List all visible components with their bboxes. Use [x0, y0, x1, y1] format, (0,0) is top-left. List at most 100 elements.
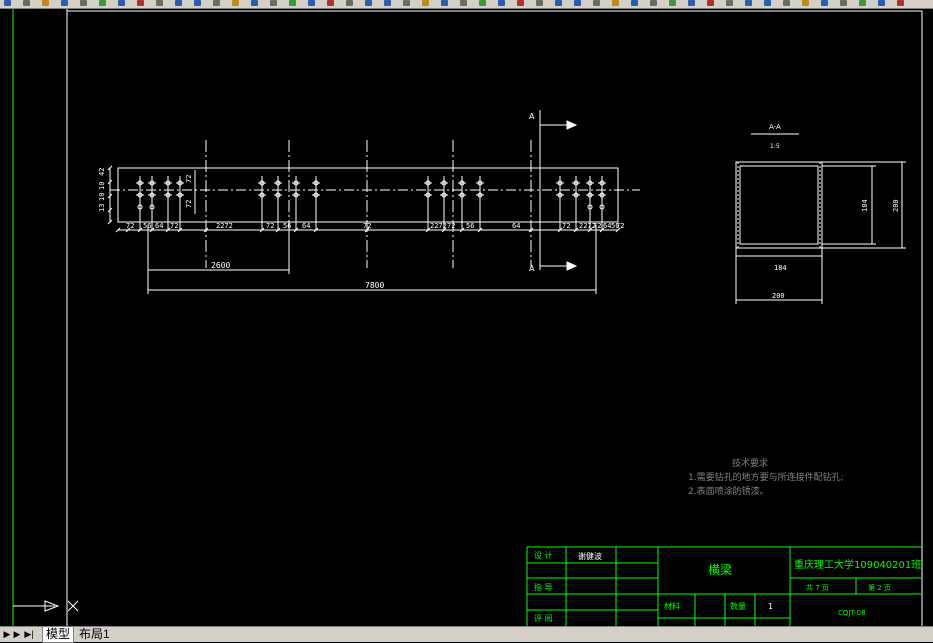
- sheet-number: 第 2 页: [868, 583, 891, 592]
- toolbar-button-icon[interactable]: [403, 0, 410, 6]
- toolbar-button-icon[interactable]: [23, 0, 30, 6]
- dim-text: 56: [283, 222, 291, 230]
- section-view: [735, 161, 906, 304]
- toolbar-button-icon[interactable]: [555, 0, 562, 6]
- section-scale: 1:5: [770, 143, 780, 150]
- dim-text: 13: [98, 204, 106, 212]
- sheets-total: 共 7 页: [806, 583, 829, 592]
- ucs-icon: [13, 600, 79, 612]
- dim-text: 2272: [216, 222, 233, 230]
- toolbar-button-icon[interactable]: [156, 0, 163, 6]
- toolbar-button-icon[interactable]: [498, 0, 505, 6]
- dim-text: 10: [98, 182, 106, 190]
- total-length-dim: 7800: [365, 281, 384, 290]
- toolbar-button-icon[interactable]: [194, 0, 201, 6]
- section-label-top: A: [529, 112, 535, 121]
- tab-layout1[interactable]: 布局1: [76, 627, 113, 642]
- toolbar-button-icon[interactable]: [308, 0, 315, 6]
- tech-notes: 技术要求 1.需要钻孔的地方要与所连接件配钻孔; 2.表面喷涂防锈漆。: [688, 457, 844, 497]
- toolbar-button-icon[interactable]: [365, 0, 372, 6]
- toolbar-button-icon[interactable]: [346, 0, 353, 6]
- dim-text: 72: [562, 222, 570, 230]
- toolbar-button-icon[interactable]: [840, 0, 847, 6]
- drawing-number: CQJT-08: [838, 609, 866, 617]
- dim-text: 56: [143, 222, 151, 230]
- toolbar-button-icon[interactable]: [441, 0, 448, 6]
- dim-text: 72: [170, 222, 178, 230]
- toolbar-button-icon[interactable]: [574, 0, 581, 6]
- dim-text: 72: [363, 222, 371, 230]
- toolbar-button-icon[interactable]: [137, 0, 144, 6]
- toolbar-button-icon[interactable]: [593, 0, 600, 6]
- toolbar-button-icon[interactable]: [764, 0, 771, 6]
- toolbar-button-icon[interactable]: [517, 0, 524, 6]
- toolbar-button-icon[interactable]: [384, 0, 391, 6]
- dim-text: 72: [593, 222, 601, 230]
- tech-notes-line2: 2.表面喷涂防锈漆。: [688, 485, 769, 497]
- dim-text: 56: [466, 222, 474, 230]
- centerlines: [205, 140, 532, 268]
- toolbar-button-icon[interactable]: [251, 0, 258, 6]
- dim-text: 72: [185, 200, 193, 208]
- section-label-bottom: A: [529, 264, 535, 273]
- school-name: 重庆理工大学109040201班: [794, 558, 921, 571]
- toolbar-button-icon[interactable]: [327, 0, 334, 6]
- toolbar-button-icon[interactable]: [783, 0, 790, 6]
- bottom-dim-texts: 72 56 64 72 2272 72 56 64 72 2272 72 56 64 72 227272 64…: [126, 222, 624, 230]
- check-label: 指 导: [534, 582, 553, 592]
- dim-text: 64: [155, 222, 163, 230]
- toolbar: [0, 0, 933, 9]
- designer-name: 谢健波: [578, 551, 602, 561]
- toolbar-button-icon[interactable]: [669, 0, 676, 6]
- section-outer-height: 200: [892, 199, 900, 212]
- last-tab-icon[interactable]: ▶|: [24, 628, 34, 640]
- toolbar-button-icon[interactable]: [213, 0, 220, 6]
- tech-notes-line1: 1.需要钻孔的地方要与所连接件配钻孔;: [688, 471, 844, 483]
- dim-text: 72: [616, 222, 624, 230]
- dim-text: 42: [98, 168, 106, 176]
- toolbar-button-icon[interactable]: [118, 0, 125, 6]
- prev-tab-icon[interactable]: ▶: [12, 628, 22, 640]
- toolbar-button-icon[interactable]: [707, 0, 714, 6]
- toolbar-button-icon[interactable]: [270, 0, 277, 6]
- half-length-dim: 2600: [211, 261, 230, 270]
- toolbar-button-icon[interactable]: [80, 0, 87, 6]
- section-inner-height: 184: [861, 199, 869, 212]
- toolbar-button-icon[interactable]: [631, 0, 638, 6]
- design-label: 设 计: [534, 550, 553, 560]
- first-tab-icon[interactable]: ▶: [2, 628, 12, 640]
- toolbar-button-icon[interactable]: [859, 0, 866, 6]
- toolbar-button-icon[interactable]: [688, 0, 695, 6]
- toolbar-button-icon[interactable]: [42, 0, 49, 6]
- toolbar-button-icon[interactable]: [802, 0, 809, 6]
- dim-text: 10: [98, 193, 106, 201]
- toolbar-button-icon[interactable]: [175, 0, 182, 6]
- layout-tab-bar: ▶ ▶ ▶| 模型 布局1: [0, 626, 933, 643]
- toolbar-button-icon[interactable]: [897, 0, 904, 6]
- toolbar-button-icon[interactable]: [289, 0, 296, 6]
- section-title: A-A: [769, 123, 781, 131]
- toolbar-button-icon[interactable]: [232, 0, 239, 6]
- toolbar-button-icon[interactable]: [422, 0, 429, 6]
- toolbar-button-icon[interactable]: [99, 0, 106, 6]
- toolbar-button-icon[interactable]: [4, 0, 11, 6]
- toolbar-button-icon[interactable]: [536, 0, 543, 6]
- toolbar-button-icon[interactable]: [460, 0, 467, 6]
- toolbar-button-icon[interactable]: [650, 0, 657, 6]
- toolbar-button-icon[interactable]: [821, 0, 828, 6]
- section-outer-width: 200: [772, 292, 785, 300]
- tech-notes-title: 技术要求: [732, 457, 768, 469]
- toolbar-button-icon[interactable]: [745, 0, 752, 6]
- dim-text: 72: [266, 222, 274, 230]
- toolbar-button-icon[interactable]: [61, 0, 68, 6]
- dim-text: 72: [126, 222, 134, 230]
- dim-text: 72: [447, 222, 455, 230]
- title-block-texts: 设 计 谢健波 指 导 评 阅 横梁 重庆理工大学109040201班 共 7 …: [534, 550, 921, 623]
- toolbar-button-icon[interactable]: [612, 0, 619, 6]
- drawing-canvas[interactable]: 42 10 10 13 72 72 72 56 64 72 2272 72 56 64 72 22…: [0, 9, 933, 626]
- part-name: 横梁: [708, 562, 732, 577]
- toolbar-button-icon[interactable]: [479, 0, 486, 6]
- dim-text: 2272: [430, 222, 447, 230]
- toolbar-button-icon[interactable]: [726, 0, 733, 6]
- toolbar-button-icon[interactable]: [878, 0, 885, 6]
